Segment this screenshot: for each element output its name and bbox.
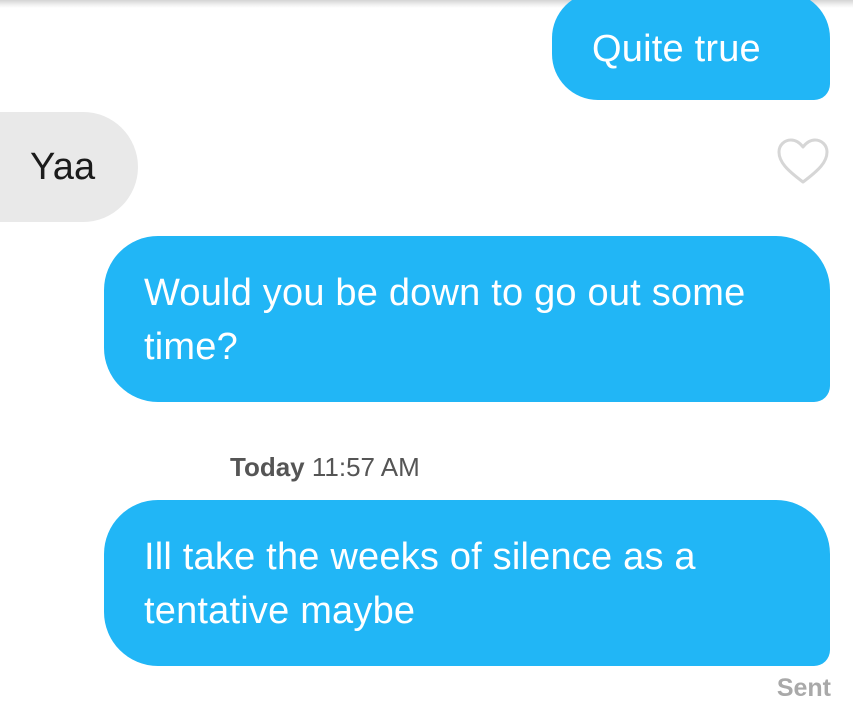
message-text: Yaa <box>30 146 96 188</box>
message-timestamp: Today 11:57 AM <box>230 450 420 484</box>
sent-message-bubble[interactable]: Ill take the weeks of silence as a tenta… <box>104 500 830 666</box>
timestamp-day: Today <box>230 452 305 482</box>
message-text: Quite true <box>592 28 761 70</box>
timestamp-time: 11:57 AM <box>311 452 420 482</box>
received-message-bubble[interactable]: Yaa <box>0 112 138 222</box>
delivery-status: Sent <box>776 674 831 702</box>
message-text: Ill take the weeks of silence as a tenta… <box>144 536 696 632</box>
message-text: Would you be down to go out some time? <box>144 272 746 368</box>
sent-message-bubble[interactable]: Quite true <box>552 0 830 100</box>
sent-message-bubble[interactable]: Would you be down to go out some time? <box>104 236 830 402</box>
heart-outline-icon[interactable] <box>775 136 831 186</box>
